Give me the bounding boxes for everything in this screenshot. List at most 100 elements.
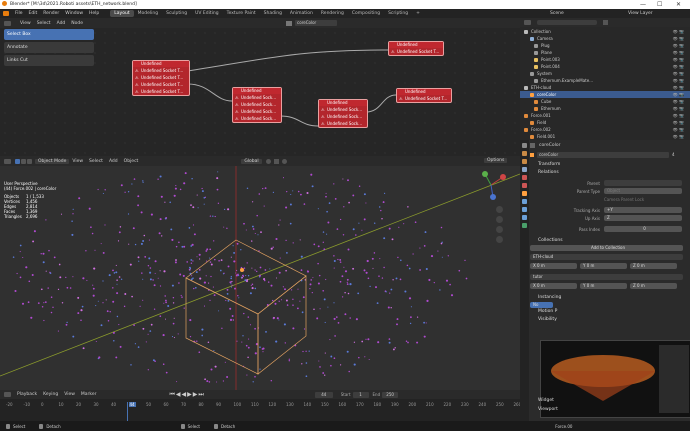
menu-edit[interactable]: Edit: [26, 11, 41, 16]
viewport-menu-view[interactable]: View: [69, 159, 86, 164]
editor-type-icon[interactable]: [4, 392, 11, 397]
outliner-row[interactable]: Camera 👁 📷: [520, 35, 690, 42]
add-to-collection-button[interactable]: Add to Collection: [530, 245, 683, 251]
node-menu-add[interactable]: Add: [54, 21, 69, 26]
section-instancing[interactable]: Instancing: [530, 294, 688, 302]
blender-menu-icon[interactable]: [3, 11, 9, 16]
node-socket[interactable]: Undefined Socket T...: [397, 95, 451, 102]
visibility-eye-icon[interactable]: 👁 📷: [673, 106, 684, 111]
tool-select-box[interactable]: Select Box: [4, 29, 94, 40]
offset-z-field[interactable]: Z 0 m: [630, 263, 677, 269]
section-transform[interactable]: Transform: [530, 161, 688, 169]
menu-file[interactable]: File: [12, 11, 26, 16]
world-tab-icon[interactable]: [522, 183, 527, 188]
proportional-edit-icon[interactable]: [281, 158, 287, 164]
section-widgets[interactable]: Widget: [530, 397, 554, 405]
node-undefined-1[interactable]: Undefined Undefined Socket T... Undefine…: [132, 60, 190, 96]
modifier-tab-icon[interactable]: [522, 199, 527, 204]
perspective-grid-icon[interactable]: [496, 236, 503, 243]
workspace-tab-modeling[interactable]: Modeling: [134, 10, 162, 17]
collection-name-field-1[interactable]: ETH-cloud: [530, 254, 683, 260]
node-socket[interactable]: Undefined Sock...: [319, 106, 367, 113]
tracking-axis-dropdown[interactable]: +Y: [604, 207, 682, 213]
visibility-eye-icon[interactable]: 👁 📷: [673, 92, 684, 97]
node-editor-canvas[interactable]: Select Box Annotate Links Cut Undefined …: [0, 28, 520, 156]
visibility-eye-icon[interactable]: 👁 📷: [673, 78, 684, 83]
outliner-row[interactable]: Plug 👁 📷: [520, 42, 690, 49]
tool-links-cut[interactable]: Links Cut: [4, 55, 94, 66]
node-socket[interactable]: Undefined Sock...: [319, 120, 367, 127]
select-mode-icon[interactable]: [15, 158, 20, 164]
parent-type-dropdown[interactable]: Object: [604, 188, 682, 194]
data-tab-icon[interactable]: [522, 223, 527, 228]
node-socket[interactable]: Undefined Socket T...: [133, 81, 189, 88]
timeline-editor[interactable]: Playback Keying View Marker ⏮◀◀▶▶⏭ 44 St…: [0, 390, 521, 421]
start-frame-field[interactable]: 1: [352, 391, 369, 398]
menu-help[interactable]: Help: [86, 11, 102, 16]
render-tab-icon[interactable]: [522, 151, 527, 156]
outliner-row[interactable]: coreColor 👁 📷: [520, 91, 690, 98]
node-socket[interactable]: Undefined Socket T...: [133, 88, 189, 95]
section-relations[interactable]: Relations: [530, 169, 688, 177]
offset-y-field[interactable]: Y 0 m: [580, 283, 627, 289]
editor-type-icon[interactable]: [4, 20, 11, 26]
visibility-eye-icon[interactable]: 👁 📷: [673, 50, 684, 55]
camera-view-icon[interactable]: [496, 226, 503, 233]
visibility-eye-icon[interactable]: 👁 📷: [673, 99, 684, 104]
node-socket[interactable]: Undefined Sock...: [233, 94, 281, 101]
visibility-eye-icon[interactable]: 👁 📷: [673, 71, 684, 76]
workspace-tab-shading[interactable]: Shading: [260, 10, 286, 17]
pin-icon[interactable]: [530, 142, 535, 148]
outliner[interactable]: Collection 👁 📷 Camera 👁 📷 Plug 👁 📷 Plane 👁 📷 Poi…: [520, 18, 690, 146]
menu-window[interactable]: Window: [62, 11, 86, 16]
visibility-eye-icon[interactable]: 👁 📷: [673, 43, 684, 48]
timeline-menu-playback[interactable]: Playback: [14, 392, 40, 397]
tool-annotate[interactable]: Annotate: [4, 42, 94, 53]
outliner-row[interactable]: Force.002 👁 📷: [520, 126, 690, 133]
snap-icon[interactable]: [273, 158, 279, 164]
scene-tab-icon[interactable]: [522, 175, 527, 180]
node-socket[interactable]: Undefined Socket T...: [133, 67, 189, 74]
viewport-options-dropdown[interactable]: Options: [484, 158, 508, 163]
menu-render[interactable]: Render: [40, 11, 62, 16]
properties-editor[interactable]: coreColor coreColor 4 Transform Relation…: [520, 140, 690, 421]
node-undefined-5[interactable]: Undefined Undefined Socket T...: [396, 88, 452, 103]
playback-controls[interactable]: ⏮◀◀▶▶⏭: [169, 391, 204, 399]
node-tree-name-field[interactable]: coreColor: [295, 20, 338, 26]
filter-icon[interactable]: [603, 20, 608, 25]
workspace-tab-uv-editing[interactable]: UV Editing: [191, 10, 222, 17]
visibility-eye-icon[interactable]: 👁 📷: [673, 85, 684, 90]
maximize-button[interactable]: ☐: [657, 1, 662, 8]
workspace-tab-scripting[interactable]: Scripting: [384, 10, 412, 17]
workspace-tab-rendering[interactable]: Rendering: [317, 10, 348, 17]
pivot-icon[interactable]: [265, 158, 271, 164]
camera-parent-lock-checkbox[interactable]: Camera Parent Lock: [604, 197, 644, 202]
section-viewport-display[interactable]: Viewport: [530, 406, 558, 414]
editor-type-icon[interactable]: [524, 20, 531, 25]
node-menu-node[interactable]: Node: [68, 21, 86, 26]
navigation-gizmo[interactable]: [476, 170, 506, 200]
visibility-eye-icon[interactable]: 👁 📷: [673, 120, 684, 125]
object-tab-icon[interactable]: [522, 191, 527, 196]
frame-ruler[interactable]: -20 -10 0 10 20 30 40 44 50 60 70 80 90 100 110 120 130 1…: [0, 402, 521, 410]
workspace-tab-layout[interactable]: Layout: [110, 10, 134, 17]
add-workspace-button[interactable]: +: [412, 10, 424, 17]
offset-x-field[interactable]: X 0 m: [530, 263, 577, 269]
visibility-eye-icon[interactable]: 👁 📷: [673, 57, 684, 62]
section-collections[interactable]: Collections: [530, 237, 688, 245]
transform-orientation-dropdown[interactable]: Global: [241, 158, 262, 164]
offset-y-field[interactable]: Y 0 m: [580, 263, 627, 269]
timeline-menu-marker[interactable]: Marker: [78, 392, 100, 397]
outliner-row[interactable]: Field.001 👁 📷: [520, 133, 690, 140]
end-frame-field[interactable]: 250: [382, 391, 399, 398]
section-motion-paths[interactable]: Motion P: [530, 308, 688, 316]
select-mode-icon[interactable]: [21, 158, 26, 164]
outliner-row[interactable]: Ethernum.ExampleMate... 👁 📷: [520, 77, 690, 84]
node-socket[interactable]: Undefined Socket T...: [389, 48, 443, 55]
object-mode-dropdown[interactable]: Object Mode: [35, 158, 70, 164]
node-menu-view[interactable]: View: [17, 21, 34, 26]
offset-z-field[interactable]: Z 0 m: [630, 283, 677, 289]
offset-x-field[interactable]: X 0 m: [530, 283, 577, 289]
workspace-tab-compositing[interactable]: Compositing: [348, 10, 384, 17]
pass-index-field[interactable]: 0: [604, 226, 682, 232]
